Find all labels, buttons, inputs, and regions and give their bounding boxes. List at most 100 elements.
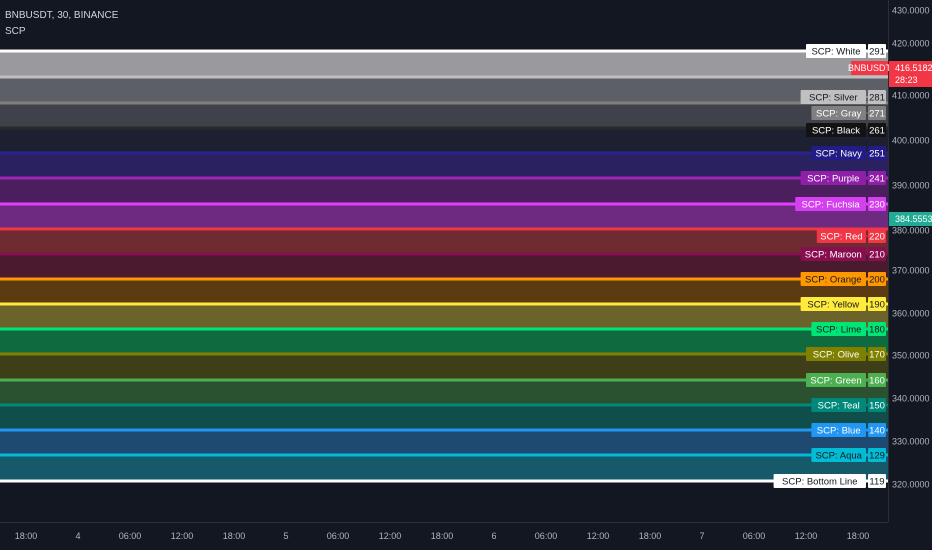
time-axis[interactable]: 18:00 4 06:00 12:00 18:00 5 06:00 12:00 18:00 6 06… — [0, 522, 888, 550]
band-name-text: SCP: Blue — [817, 426, 861, 437]
time-tick-label: 18:00 — [847, 531, 870, 541]
price-tick-label: 320.0000 — [892, 480, 930, 490]
band-value-text: 281 — [869, 93, 885, 104]
band-value-text: 200 — [869, 275, 885, 286]
band-label: SCP: Green 160 — [806, 373, 886, 387]
price-tick-label: 380.0000 — [892, 226, 930, 236]
band-name-text: SCP: Green — [810, 376, 861, 387]
time-tick-label: 18:00 — [431, 531, 454, 541]
price-tick-label: 410.0000 — [892, 91, 930, 101]
band-value-text: 180 — [869, 325, 885, 336]
band-fill — [0, 304, 888, 329]
symbol-title[interactable]: BNBUSDT, 30, BINANCE — [5, 10, 118, 21]
current-price-value: 416.5182 — [895, 63, 932, 73]
band-label: SCP: Fuchsia 230 — [795, 197, 886, 211]
band-label: SCP: Purple 241 — [800, 171, 886, 185]
band-name-text: SCP: Orange — [805, 275, 862, 286]
band-label: SCP: Maroon 210 — [800, 247, 886, 261]
time-tick-label: 7 — [699, 531, 704, 541]
band-label: SCP: Orange 200 — [800, 272, 886, 286]
time-tick-label: 06:00 — [535, 531, 558, 541]
price-tick-label: 350.0000 — [892, 351, 930, 361]
band-name-text: SCP: Aqua — [815, 451, 862, 462]
band-value-text: 241 — [869, 174, 885, 185]
band-label: SCP: Yellow 190 — [800, 297, 886, 311]
indicator-name[interactable]: SCP — [5, 26, 26, 37]
band-value-text: 140 — [869, 426, 885, 437]
bar-countdown: 28:23 — [895, 75, 918, 85]
current-symbol-label: BNBUSDT — [848, 63, 892, 73]
band-fill — [0, 153, 888, 178]
price-tick-label: 340.0000 — [892, 394, 930, 404]
band-fill — [0, 279, 888, 304]
band-fill — [0, 329, 888, 354]
band-fill — [0, 229, 888, 254]
price-tick-label: 390.0000 — [892, 181, 930, 191]
band-fill — [0, 128, 888, 153]
band-label: SCP: White 291 — [806, 44, 886, 58]
band-label: SCP: Blue 140 — [811, 423, 886, 437]
band-value-text: 119 — [869, 477, 884, 488]
band-label: SCP: Lime 180 — [811, 322, 886, 336]
time-tick-label: 12:00 — [587, 531, 610, 541]
band-fill — [0, 354, 888, 380]
band-value-text: 291 — [869, 47, 885, 58]
price-tick-label: 370.0000 — [892, 266, 930, 276]
scp-bands — [0, 49, 888, 483]
band-name-text: SCP: Purple — [807, 174, 859, 185]
band-value-text: 190 — [869, 300, 885, 311]
price-tick-label: 420.0000 — [892, 39, 930, 49]
band-name-text: SCP: Maroon — [805, 250, 862, 261]
time-tick-label: 18:00 — [15, 531, 38, 541]
band-label: SCP: Teal 150 — [811, 398, 886, 412]
time-tick-label: 18:00 — [223, 531, 246, 541]
band-label: SCP: Gray 271 — [811, 106, 886, 120]
time-tick-label: 06:00 — [743, 531, 766, 541]
band-label: SCP: Black 261 — [806, 123, 886, 137]
time-tick-label: 12:00 — [379, 531, 402, 541]
price-tick-label: 360.0000 — [892, 309, 930, 319]
band-label: SCP: Navy 251 — [811, 146, 886, 160]
band-fill — [0, 178, 888, 204]
band-value-text: 251 — [869, 149, 885, 160]
band-value-text: 129 — [869, 451, 885, 462]
time-tick-label: 12:00 — [795, 531, 818, 541]
band-fill — [0, 380, 888, 405]
time-tick-label: 4 — [75, 531, 80, 541]
band-label: SCP: Olive 170 — [806, 347, 886, 361]
time-tick-label: 06:00 — [327, 531, 350, 541]
band-value-text: 150 — [869, 401, 885, 412]
time-tick-label: 12:00 — [171, 531, 194, 541]
band-fill — [0, 103, 888, 128]
time-tick-label: 5 — [283, 531, 288, 541]
band-value-text: 160 — [869, 376, 885, 387]
band-name-text: SCP: Gray — [816, 109, 862, 120]
band-label: SCP: Silver 281 — [800, 90, 886, 104]
price-tick-label: 430.0000 — [892, 6, 930, 16]
band-label: SCP: Bottom Line 119 — [773, 474, 886, 488]
time-tick-label: 6 — [491, 531, 496, 541]
cursor-price-value: 384.5553 — [895, 214, 932, 224]
band-name-text: SCP: Teal — [818, 401, 860, 412]
band-name-text: SCP: Fuchsia — [802, 200, 861, 211]
band-name-text: SCP: Black — [812, 126, 860, 137]
band-fill — [0, 430, 888, 455]
band-name-text: SCP: White — [811, 47, 860, 58]
band-name-text: SCP: Red — [820, 232, 862, 243]
band-value-text: 210 — [869, 250, 885, 261]
price-tick-label: 400.0000 — [892, 136, 930, 146]
band-value-text: 261 — [869, 126, 885, 137]
band-fill — [0, 204, 888, 229]
time-tick-label: 18:00 — [639, 531, 662, 541]
band-name-text: SCP: Lime — [816, 325, 861, 336]
band-fill — [0, 254, 888, 279]
band-value-text: 230 — [869, 200, 885, 211]
band-value-text: 220 — [869, 232, 885, 243]
band-name-text: SCP: Yellow — [807, 300, 859, 311]
price-tick-label: 330.0000 — [892, 437, 930, 447]
band-value-text: 271 — [869, 109, 885, 120]
band-name-text: SCP: Navy — [815, 149, 862, 160]
price-chart-canvas[interactable]: 430.0000 420.0000 410.0000 400.0000 390.0000… — [0, 0, 932, 550]
band-label: SCP: Aqua 129 — [811, 448, 886, 462]
band-fill — [0, 405, 888, 430]
